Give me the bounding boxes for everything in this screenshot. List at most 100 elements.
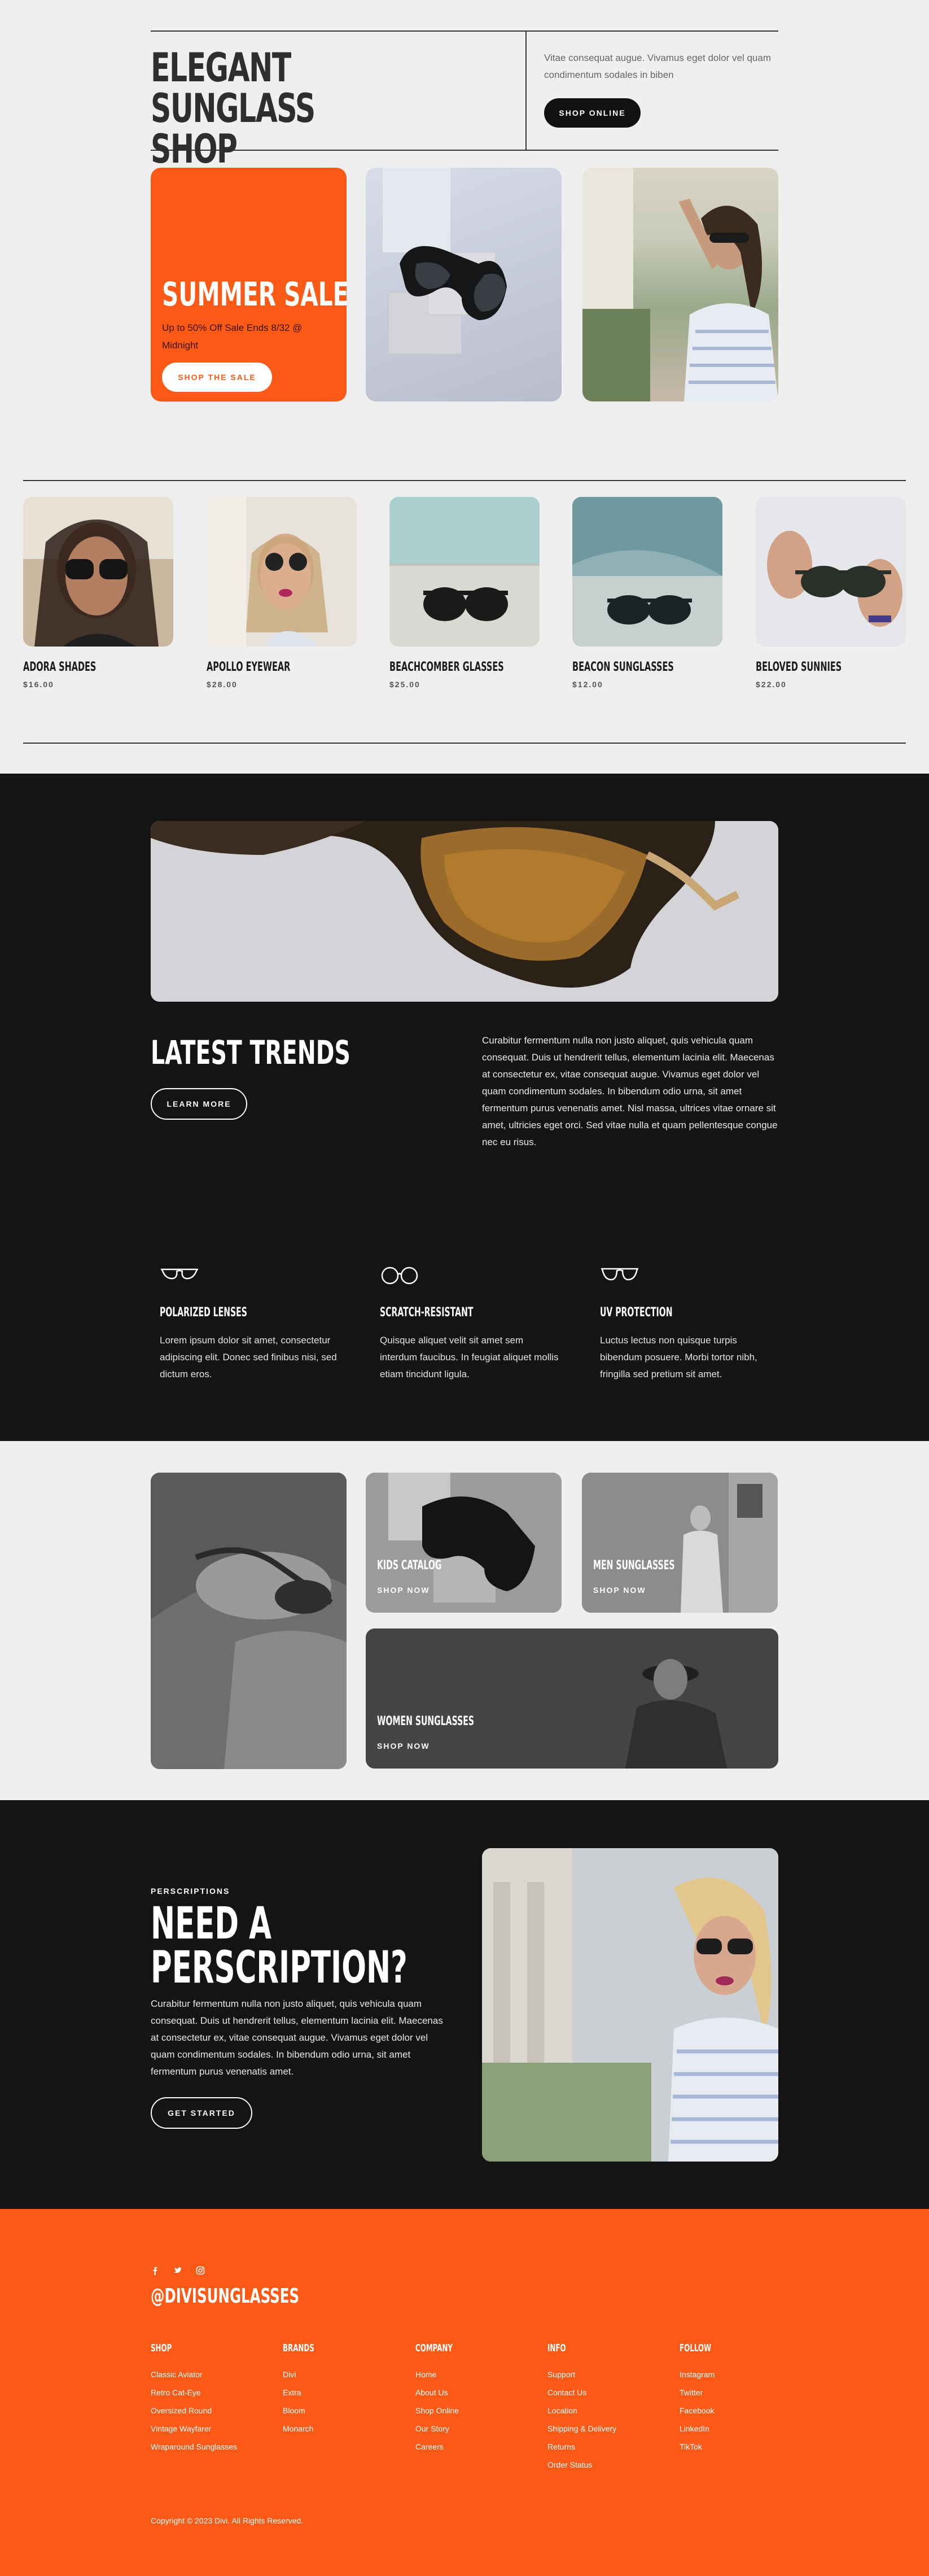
- footer-column-company: COMPANY Home About Us Shop Online Our St…: [415, 2342, 472, 2456]
- shop-the-sale-button[interactable]: SHOP THE SALE: [162, 363, 272, 392]
- social-links: [151, 2266, 205, 2275]
- footer-heading: SHOP: [151, 2342, 172, 2354]
- product-card[interactable]: ADORA SHADES $16.00: [23, 497, 173, 689]
- footer-link[interactable]: Retro Cat-Eye: [151, 2383, 237, 2402]
- product-card[interactable]: BELOVED SUNNIES $22.00: [756, 497, 906, 689]
- feature-scratch-resistant: SCRATCH-RESISTANT Quisque aliquet velit …: [380, 1266, 560, 1383]
- footer-link[interactable]: Facebook: [680, 2402, 728, 2420]
- divider: [23, 743, 906, 744]
- footer-link[interactable]: Monarch: [283, 2420, 330, 2438]
- product-card[interactable]: BEACHCOMBER GLASSES $25.00: [389, 497, 540, 689]
- sunglasses-banner: [151, 821, 778, 1002]
- sunglasses-photo: [366, 168, 562, 401]
- facebook-icon[interactable]: [151, 2266, 160, 2275]
- cat-eye-glasses-icon: [160, 1266, 340, 1289]
- twitter-icon[interactable]: [173, 2266, 182, 2275]
- round-glasses-icon: [380, 1266, 560, 1289]
- feature-title: SCRATCH-RESISTANT: [380, 1306, 474, 1320]
- copyright: Copyright © 2023 Divi. All Rights Reserv…: [151, 2516, 304, 2525]
- product-price: $22.00: [756, 680, 787, 689]
- product-image[interactable]: [389, 497, 540, 647]
- category-men[interactable]: MEN SUNGLASSES SHOP NOW: [582, 1473, 778, 1613]
- footer-link[interactable]: LinkedIn: [680, 2420, 728, 2438]
- footer-link[interactable]: Bloom: [283, 2402, 330, 2420]
- footer-link[interactable]: Extra: [283, 2383, 330, 2402]
- product-image[interactable]: [207, 497, 357, 647]
- product-name[interactable]: APOLLO EYEWEAR: [207, 660, 306, 674]
- footer-link[interactable]: Shipping & Delivery: [547, 2420, 616, 2438]
- instagram-icon[interactable]: [196, 2266, 205, 2275]
- product-name[interactable]: BEACON SUNGLASSES: [572, 660, 674, 674]
- footer-link[interactable]: Vintage Wayfarer: [151, 2420, 237, 2438]
- footer-column-info: INFO Support Contact Us Location Shippin…: [547, 2342, 616, 2474]
- footer-heading: COMPANY: [415, 2342, 453, 2354]
- footer-column-brands: BRANDS Divi Extra Bloom Monarch: [283, 2342, 330, 2438]
- footer-link[interactable]: Support: [547, 2365, 616, 2383]
- page-title: ELEGANT SUNGLASS SHOP: [151, 45, 315, 172]
- section-title: LATEST TRENDS: [151, 1033, 350, 1072]
- footer-link[interactable]: Oversized Round: [151, 2402, 237, 2420]
- footer-link[interactable]: Divi: [283, 2365, 330, 2383]
- footer-link[interactable]: Contact Us: [547, 2383, 616, 2402]
- footer-link[interactable]: Wraparound Sunglasses: [151, 2438, 237, 2456]
- product-image[interactable]: [23, 497, 173, 647]
- category-label[interactable]: KIDS CATALOG: [377, 1558, 441, 1573]
- section-title: NEED A PERSCRIPTION?: [151, 1898, 407, 1993]
- product-name[interactable]: BEACHCOMBER GLASSES: [389, 660, 504, 674]
- footer-link[interactable]: Classic Aviator: [151, 2365, 237, 2383]
- category-label[interactable]: WOMEN SUNGLASSES: [377, 1714, 474, 1728]
- footer-link[interactable]: Instagram: [680, 2365, 728, 2383]
- prescription-text: Curabitur fermentum nulla non justo aliq…: [151, 1998, 443, 2077]
- shop-now-link[interactable]: SHOP NOW: [377, 1586, 430, 1595]
- footer-link[interactable]: Location: [547, 2402, 616, 2420]
- product-image[interactable]: [572, 497, 722, 647]
- category-kids[interactable]: KIDS CATALOG SHOP NOW: [366, 1473, 562, 1613]
- product-card[interactable]: BEACON SUNGLASSES $12.00: [572, 497, 722, 689]
- footer-link[interactable]: About Us: [415, 2383, 472, 2402]
- category-hero-photo: [151, 1473, 347, 1769]
- divider: [23, 480, 906, 481]
- model-photo: [482, 1848, 778, 2162]
- footer-link[interactable]: Home: [415, 2365, 472, 2383]
- divider: [151, 30, 778, 32]
- divider: [525, 30, 527, 151]
- products-section: ADORA SHADES $16.00 APOLLO EYEWEAR $28.0…: [0, 440, 929, 774]
- get-started-button[interactable]: GET STARTED: [151, 2097, 252, 2129]
- model-photo: [582, 168, 778, 401]
- social-handle[interactable]: @DIVISUNGLASSES: [151, 2285, 299, 2308]
- category-women[interactable]: WOMEN SUNGLASSES SHOP NOW: [366, 1628, 778, 1769]
- footer-link[interactable]: TikTok: [680, 2438, 728, 2456]
- footer-column-follow: FOLLOW Instagram Twitter Facebook Linked…: [680, 2342, 728, 2456]
- feature-text: Quisque aliquet velit sit amet sem inter…: [380, 1335, 559, 1379]
- sale-subtitle: Up to 50% Off Sale Ends 8/32 @ Midnight: [162, 322, 303, 351]
- footer-column-shop: SHOP Classic Aviator Retro Cat-Eye Overs…: [151, 2342, 237, 2456]
- category-label[interactable]: MEN SUNGLASSES: [593, 1558, 675, 1573]
- shop-now-link[interactable]: SHOP NOW: [377, 1741, 430, 1750]
- footer-link[interactable]: Our Story: [415, 2420, 472, 2438]
- categories-section: KIDS CATALOG SHOP NOW MEN SUNGLASSES SHO…: [0, 1441, 929, 1800]
- learn-more-button[interactable]: LEARN MORE: [151, 1088, 247, 1120]
- shop-online-button[interactable]: SHOP ONLINE: [544, 98, 641, 128]
- product-name[interactable]: ADORA SHADES: [23, 660, 122, 674]
- hero-section: ELEGANT SUNGLASS SHOP Vitae consequat au…: [0, 0, 929, 440]
- feature-title: POLARIZED LENSES: [160, 1306, 247, 1320]
- footer-link[interactable]: Returns: [547, 2438, 616, 2456]
- product-name[interactable]: BELOVED SUNNIES: [756, 660, 855, 674]
- footer-link[interactable]: Shop Online: [415, 2402, 472, 2420]
- footer-link[interactable]: Twitter: [680, 2383, 728, 2402]
- feature-uv-protection: UV PROTECTION Luctus lectus non quisque …: [600, 1266, 781, 1383]
- aviator-glasses-icon: [600, 1266, 781, 1289]
- product-card[interactable]: APOLLO EYEWEAR $28.00: [207, 497, 357, 689]
- hero-intro: Vitae consequat augue. Vivamus eget dolo…: [544, 53, 771, 80]
- product-price: $28.00: [207, 680, 238, 689]
- product-image[interactable]: [756, 497, 906, 647]
- section-eyebrow: PERSCRIPTIONS: [151, 1887, 230, 1896]
- footer-heading: BRANDS: [283, 2342, 314, 2354]
- prescription-section: PERSCRIPTIONS NEED A PERSCRIPTION? Curab…: [0, 1800, 929, 2209]
- footer-link[interactable]: Careers: [415, 2438, 472, 2456]
- shop-now-link[interactable]: SHOP NOW: [593, 1586, 646, 1595]
- summer-sale-card: SUMMER SALE Up to 50% Off Sale Ends 8/32…: [151, 168, 347, 401]
- sale-title: SUMMER SALE: [162, 275, 347, 313]
- footer-link[interactable]: Order Status: [547, 2456, 616, 2474]
- feature-polarized: POLARIZED LENSES Lorem ipsum dolor sit a…: [160, 1266, 340, 1383]
